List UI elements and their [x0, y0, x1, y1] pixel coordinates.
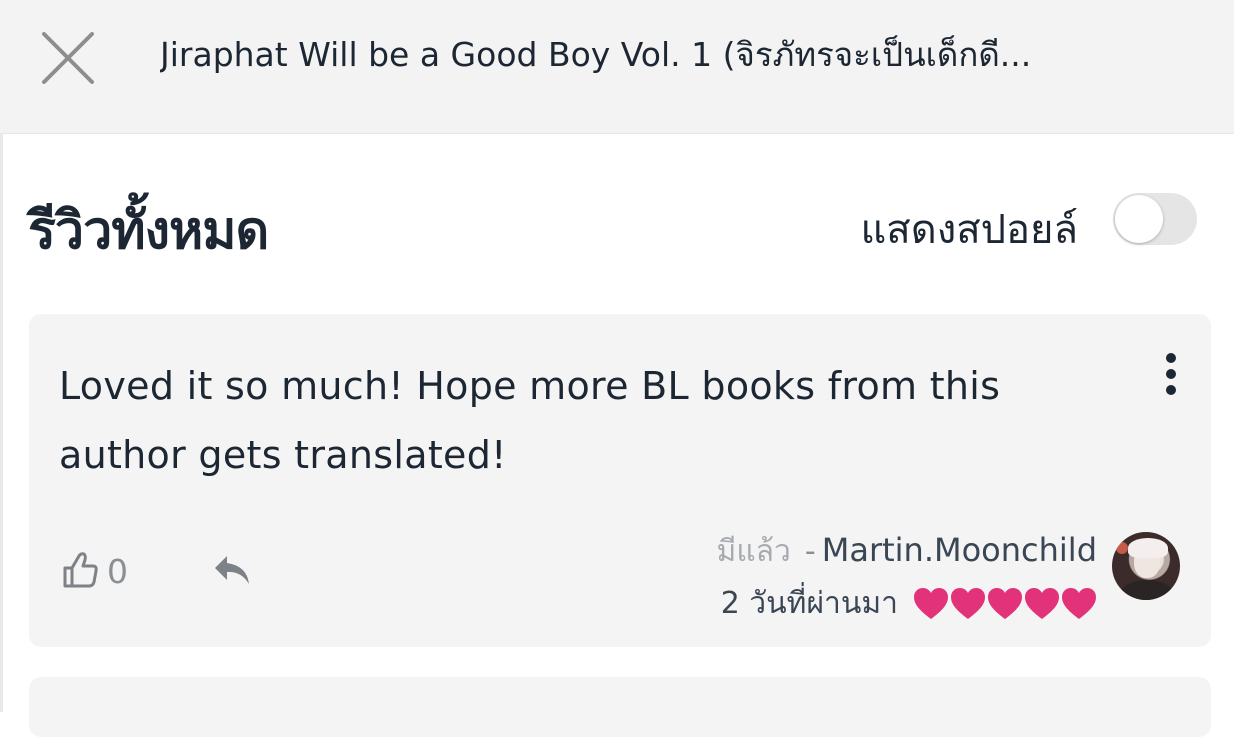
- heart-icon: [1062, 587, 1096, 619]
- like-count: 0: [107, 552, 128, 591]
- review-time-rating: 2 วันที่ผ่านมา: [721, 580, 1097, 627]
- avatar-hair: [1128, 538, 1168, 558]
- avatar-accent: [1116, 542, 1128, 554]
- avatar-shoulder: [1120, 580, 1174, 600]
- review-meta: มีแล้ว - Martin.Moonchild: [717, 528, 1097, 575]
- reply-button[interactable]: [211, 550, 253, 590]
- reviewer-name[interactable]: Martin.Moonchild: [822, 531, 1097, 569]
- review-text: Loved it so much! Hope more BL books fro…: [59, 364, 1001, 477]
- review-card-next: [29, 677, 1211, 737]
- review-time: 2 วันที่ผ่านมา: [720, 586, 898, 621]
- avatar[interactable]: [1112, 532, 1180, 600]
- separator: -: [804, 534, 816, 569]
- heart-icon: [951, 587, 985, 619]
- heart-icon: [1025, 587, 1059, 619]
- owned-label: มีแล้ว: [716, 534, 791, 569]
- review-card: Loved it so much! Hope more BL books fro…: [29, 314, 1211, 647]
- heart-icon: [988, 587, 1022, 619]
- spoiler-toggle-label: แสดงสปอยล์: [860, 207, 1078, 253]
- reply-icon: [215, 556, 249, 584]
- like-button[interactable]: 0: [61, 548, 141, 592]
- section-title: รีวิวทั้งหมด: [28, 201, 269, 261]
- close-button[interactable]: [36, 26, 100, 90]
- thumbs-up-icon: [63, 552, 98, 588]
- panel-edge: [0, 133, 3, 712]
- more-options-button[interactable]: [1151, 350, 1191, 400]
- toggle-knob: [1115, 195, 1163, 243]
- spoiler-toggle[interactable]: [1113, 193, 1197, 245]
- rating-hearts: [912, 587, 1097, 621]
- close-icon: [42, 32, 94, 84]
- book-title: Jiraphat Will be a Good Boy Vol. 1 (จิรภ…: [160, 35, 1032, 74]
- heart-icon: [914, 587, 948, 619]
- more-vertical-icon: [1166, 353, 1176, 395]
- top-bar: Jiraphat Will be a Good Boy Vol. 1 (จิรภ…: [0, 0, 1234, 134]
